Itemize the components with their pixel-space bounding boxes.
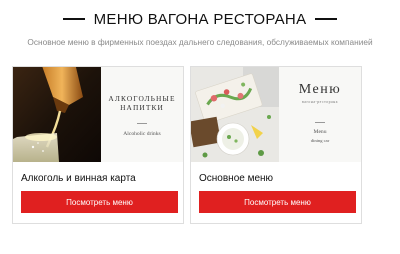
title-left-line [62, 18, 85, 20]
alcohol-card-title: Алкоголь и винная карта [21, 173, 136, 184]
main-card-image[interactable]: Меню вагона-ресторана Menu dining car [191, 67, 361, 162]
page-title: МЕНЮ ВАГОНА РЕСТОРАНА [93, 10, 307, 28]
section-header: МЕНЮ ВАГОНА РЕСТОРАНА [0, 8, 400, 30]
menu-card-alcohol: АЛКОГОЛЬНЫЕ НАПИТКИ Alcoholic drinks Алк… [12, 66, 184, 224]
main-card-title: Основное меню [199, 173, 274, 184]
view-main-menu-button[interactable]: Посмотреть меню [199, 191, 356, 213]
page-subtitle: Основное меню в фирменных поездах дальне… [27, 37, 373, 47]
food-illustration [191, 67, 279, 162]
alcohol-panel-title-line2: НАПИТКИ [120, 103, 164, 112]
main-panel-divider [315, 122, 325, 123]
view-alcohol-menu-button[interactable]: Посмотреть меню [21, 191, 178, 213]
main-panel-caption-line1: Menu [313, 129, 327, 135]
main-panel-title: Меню [298, 82, 342, 97]
title-right-line [315, 18, 338, 20]
food-photo [191, 67, 279, 162]
menu-card-main: Меню вагона-ресторана Menu dining car Ос… [190, 66, 362, 224]
alcohol-panel-divider [137, 123, 147, 124]
drink-pour-photo [13, 67, 101, 162]
main-panel-caption-line2: dining car [310, 138, 330, 143]
alcohol-panel-title: АЛКОГОЛЬНЫЕ НАПИТКИ [101, 94, 183, 112]
main-panel-tagline: вагона-ресторана [302, 100, 338, 104]
main-label-panel: Меню вагона-ресторана Menu dining car [279, 67, 361, 162]
alcohol-card-image[interactable]: АЛКОГОЛЬНЫЕ НАПИТКИ Alcoholic drinks [13, 67, 183, 162]
alcohol-panel-caption: Alcoholic drinks [123, 131, 161, 137]
alcohol-label-panel: АЛКОГОЛЬНЫЕ НАПИТКИ Alcoholic drinks [101, 67, 183, 162]
alcohol-panel-title-line1: АЛКОГОЛЬНЫЕ [108, 94, 176, 103]
drink-pour-illustration [13, 67, 101, 162]
